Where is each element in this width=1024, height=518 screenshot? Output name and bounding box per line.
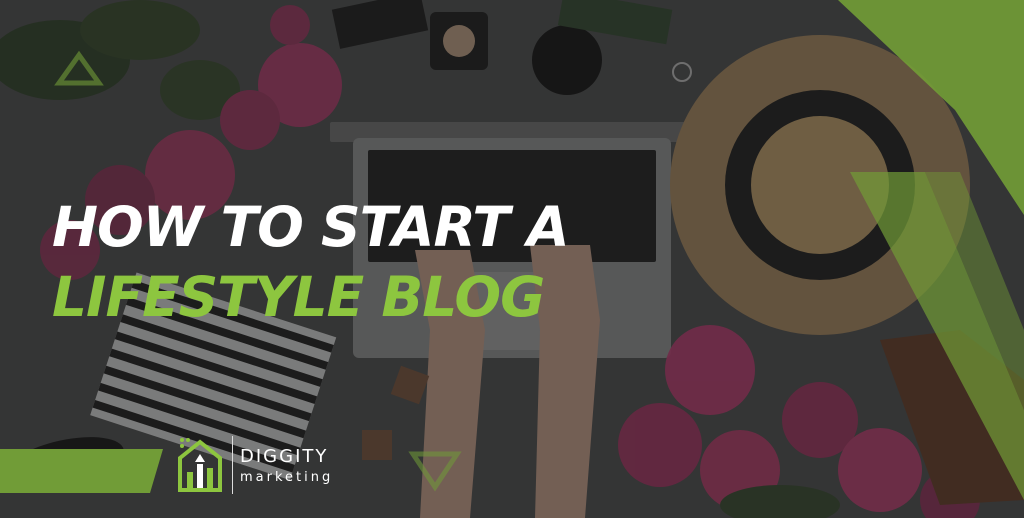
- brand-name: DIGGITY: [240, 446, 329, 467]
- page-title: HOW TO START A LIFESTYLE BLOG: [52, 192, 570, 332]
- brand-logo: DIGGITY marketing: [176, 436, 376, 496]
- brand-subtitle: marketing: [240, 470, 334, 485]
- brand-divider: [232, 436, 233, 494]
- title-line-1: HOW TO START A: [52, 195, 570, 259]
- title-line-2: LIFESTYLE BLOG: [52, 265, 545, 329]
- house-arrow-logo-icon: [178, 438, 222, 492]
- hero-banner: HOW TO START A LIFESTYLE BLOG DIGGITY ma…: [0, 0, 1024, 518]
